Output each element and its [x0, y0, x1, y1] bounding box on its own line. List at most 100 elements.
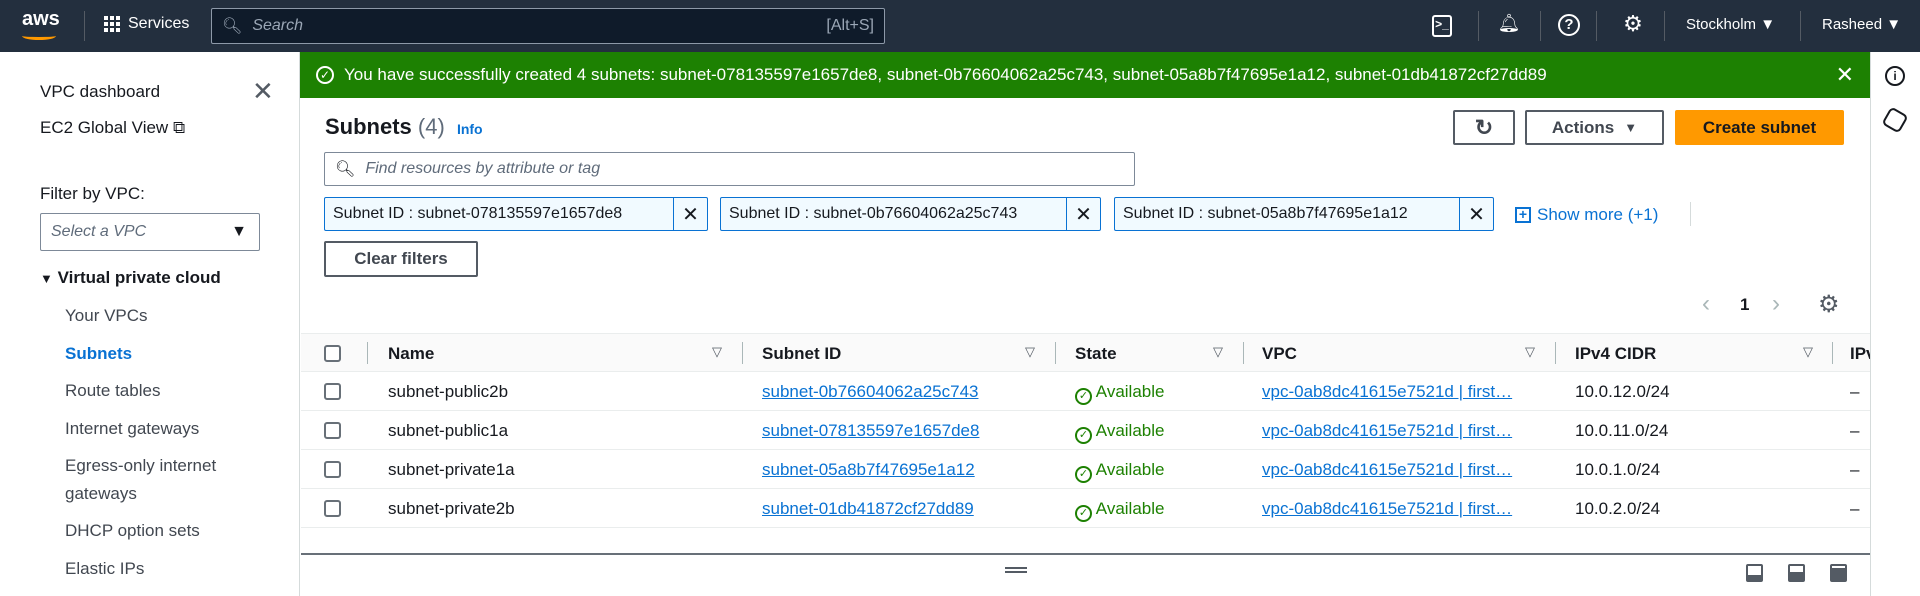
sidebar-item-dhcp-option-sets[interactable]: DHCP option sets [65, 521, 200, 541]
table-row[interactable]: subnet-private1a subnet-05a8b7f47695e1a1… [301, 450, 1870, 489]
table-row[interactable]: subnet-public1a subnet-078135597e1657de8… [301, 411, 1870, 450]
filter-token: Subnet ID : subnet-078135597e1657de8 ✕ [324, 197, 708, 231]
create-subnet-button[interactable]: Create subnet [1675, 110, 1844, 145]
vpc-select[interactable]: Select a VPC ▼ [40, 213, 260, 251]
sort-icon[interactable]: ▽ [1025, 344, 1035, 360]
split-panel-full-icon[interactable] [1830, 564, 1847, 582]
split-panel-half-icon[interactable] [1788, 564, 1805, 582]
cell-subnet-id-link[interactable]: subnet-05a8b7f47695e1a12 [762, 460, 975, 480]
dismiss-close-icon[interactable]: ✕ [1836, 62, 1854, 88]
link-label: EC2 Global View [40, 118, 169, 137]
account-menu[interactable]: Rasheed ▼ [1822, 16, 1901, 33]
sidebar-item-internet-gateways[interactable]: Internet gateways [65, 419, 199, 439]
state-label: Available [1095, 460, 1165, 479]
column-header-name[interactable]: Name [388, 344, 434, 364]
close-icon[interactable]: ✕ [252, 76, 274, 107]
cell-vpc-link[interactable]: vpc-0ab8dc41615e7521d | first… [1262, 499, 1512, 519]
section-virtual-private-cloud[interactable]: ▼ Virtual private cloud [40, 268, 221, 288]
sidebar-item-your-vpcs[interactable]: Your VPCs [65, 306, 148, 326]
column-separator[interactable] [1243, 342, 1244, 364]
table-header: Name ▽ Subnet ID ▽ State ▽ VPC ▽ IPv4 CI… [301, 333, 1870, 372]
clear-filters-button[interactable]: Clear filters [324, 241, 478, 277]
hexagon-icon[interactable] [1881, 106, 1909, 134]
search-icon: 🔍︎ [335, 161, 356, 178]
cell-vpc-link[interactable]: vpc-0ab8dc41615e7521d | first… [1262, 460, 1512, 480]
actions-button[interactable]: Actions ▼ [1525, 110, 1664, 145]
remove-token-icon[interactable]: ✕ [1459, 198, 1493, 230]
sidebar-item-egress-only-internet-gateways-line2[interactable]: gateways [65, 484, 137, 504]
sort-icon[interactable]: ▽ [1803, 344, 1813, 360]
user-label: Rasheed [1822, 16, 1883, 33]
token-label: Subnet ID : subnet-05a8b7f47695e1a12 [1123, 205, 1408, 222]
preferences-gear-icon[interactable]: ⚙ [1818, 290, 1840, 319]
column-separator[interactable] [1055, 342, 1056, 364]
show-more-button[interactable]: + Show more (+1) [1515, 205, 1658, 225]
refresh-button[interactable]: ↻ [1453, 110, 1515, 145]
sort-icon[interactable]: ▽ [1525, 344, 1535, 360]
region-menu[interactable]: Stockholm ▼ [1686, 16, 1775, 33]
column-header-ipv4-cidr[interactable]: IPv4 CIDR [1575, 344, 1656, 364]
sidebar-item-egress-only-internet-gateways[interactable]: Egress-only internet [65, 456, 216, 476]
select-all-checkbox[interactable] [324, 345, 341, 362]
cell-subnet-id-link[interactable]: subnet-01db41872cf27dd89 [762, 499, 974, 519]
cell-subnet-id-link[interactable]: subnet-078135597e1657de8 [762, 421, 979, 441]
notifications-bell-icon[interactable]: 🔔︎ [1496, 13, 1522, 34]
row-checkbox[interactable] [324, 422, 341, 439]
search-input[interactable]: 🔍︎ Search [Alt+S] [211, 8, 885, 44]
section-label: Virtual private cloud [57, 268, 221, 287]
cloudshell-icon[interactable]: >_ [1432, 15, 1452, 37]
row-checkbox[interactable] [324, 383, 341, 400]
services-menu[interactable]: Services [104, 15, 189, 33]
sidebar-item-ec2-global-view[interactable]: EC2 Global View ⧉ [40, 118, 185, 138]
state-label: Available [1095, 382, 1165, 401]
sidebar-item-elastic-ips[interactable]: Elastic IPs [65, 559, 144, 579]
next-page-icon[interactable]: › [1772, 290, 1780, 318]
info-link[interactable]: Info [457, 121, 483, 137]
cell-state: ✓ Available [1075, 421, 1164, 444]
filter-input[interactable]: 🔍︎ Find resources by attribute or tag [324, 152, 1135, 186]
row-checkbox[interactable] [324, 461, 341, 478]
column-header-ipv6[interactable]: IPv [1850, 344, 1870, 364]
remove-token-icon[interactable]: ✕ [1066, 198, 1100, 230]
token-label: Subnet ID : subnet-078135597e1657de8 [333, 205, 623, 222]
cell-ipv6: – [1850, 499, 1860, 518]
cell-name: subnet-private2b [388, 499, 515, 518]
cell-state: ✓ Available [1075, 382, 1164, 405]
table-row[interactable]: subnet-public2b subnet-0b76604062a25c743… [301, 372, 1870, 411]
column-separator[interactable] [1832, 342, 1833, 364]
split-panel-divider[interactable] [301, 553, 1870, 555]
sidebar-item-route-tables[interactable]: Route tables [65, 381, 160, 401]
column-separator[interactable] [742, 342, 743, 364]
remove-token-icon[interactable]: ✕ [673, 198, 707, 230]
page-number[interactable]: 1 [1740, 295, 1749, 315]
settings-gear-icon[interactable]: ⚙ [1620, 11, 1646, 37]
previous-page-icon[interactable]: ‹ [1702, 290, 1710, 318]
sidebar: VPC dashboard ✕ EC2 Global View ⧉ Filter… [0, 52, 300, 596]
sort-icon[interactable]: ▽ [1213, 344, 1223, 360]
info-icon[interactable]: i [1885, 66, 1905, 86]
sort-icon[interactable]: ▽ [712, 344, 722, 360]
filter-placeholder: Find resources by attribute or tag [365, 160, 601, 177]
filter-token: Subnet ID : subnet-0b76604062a25c743 ✕ [720, 197, 1101, 231]
column-header-subnet-id[interactable]: Subnet ID [762, 344, 841, 364]
sidebar-item-subnets[interactable]: Subnets [65, 344, 132, 364]
column-header-state[interactable]: State [1075, 344, 1117, 364]
drag-handle-icon[interactable] [1005, 567, 1027, 573]
region-label: Stockholm [1686, 16, 1757, 33]
cell-vpc-link[interactable]: vpc-0ab8dc41615e7521d | first… [1262, 421, 1512, 441]
column-separator[interactable] [1555, 342, 1556, 364]
split-panel-bottom-icon[interactable] [1746, 564, 1763, 582]
check-circle-icon: ✓ [316, 66, 334, 84]
aws-logo[interactable]: aws [22, 8, 60, 31]
cell-subnet-id-link[interactable]: subnet-0b76604062a25c743 [762, 382, 978, 402]
cell-name: subnet-public1a [388, 421, 509, 440]
sidebar-item-vpc-dashboard[interactable]: VPC dashboard [40, 82, 160, 102]
cell-name: subnet-public2b [388, 382, 509, 401]
table-row[interactable]: subnet-private2b subnet-01db41872cf27dd8… [301, 489, 1870, 528]
cell-vpc-link[interactable]: vpc-0ab8dc41615e7521d | first… [1262, 382, 1512, 402]
refresh-icon: ↻ [1474, 114, 1494, 140]
row-checkbox[interactable] [324, 500, 341, 517]
column-header-vpc[interactable]: VPC [1262, 344, 1297, 364]
help-icon[interactable]: ? [1558, 14, 1580, 36]
divider [1800, 11, 1801, 41]
